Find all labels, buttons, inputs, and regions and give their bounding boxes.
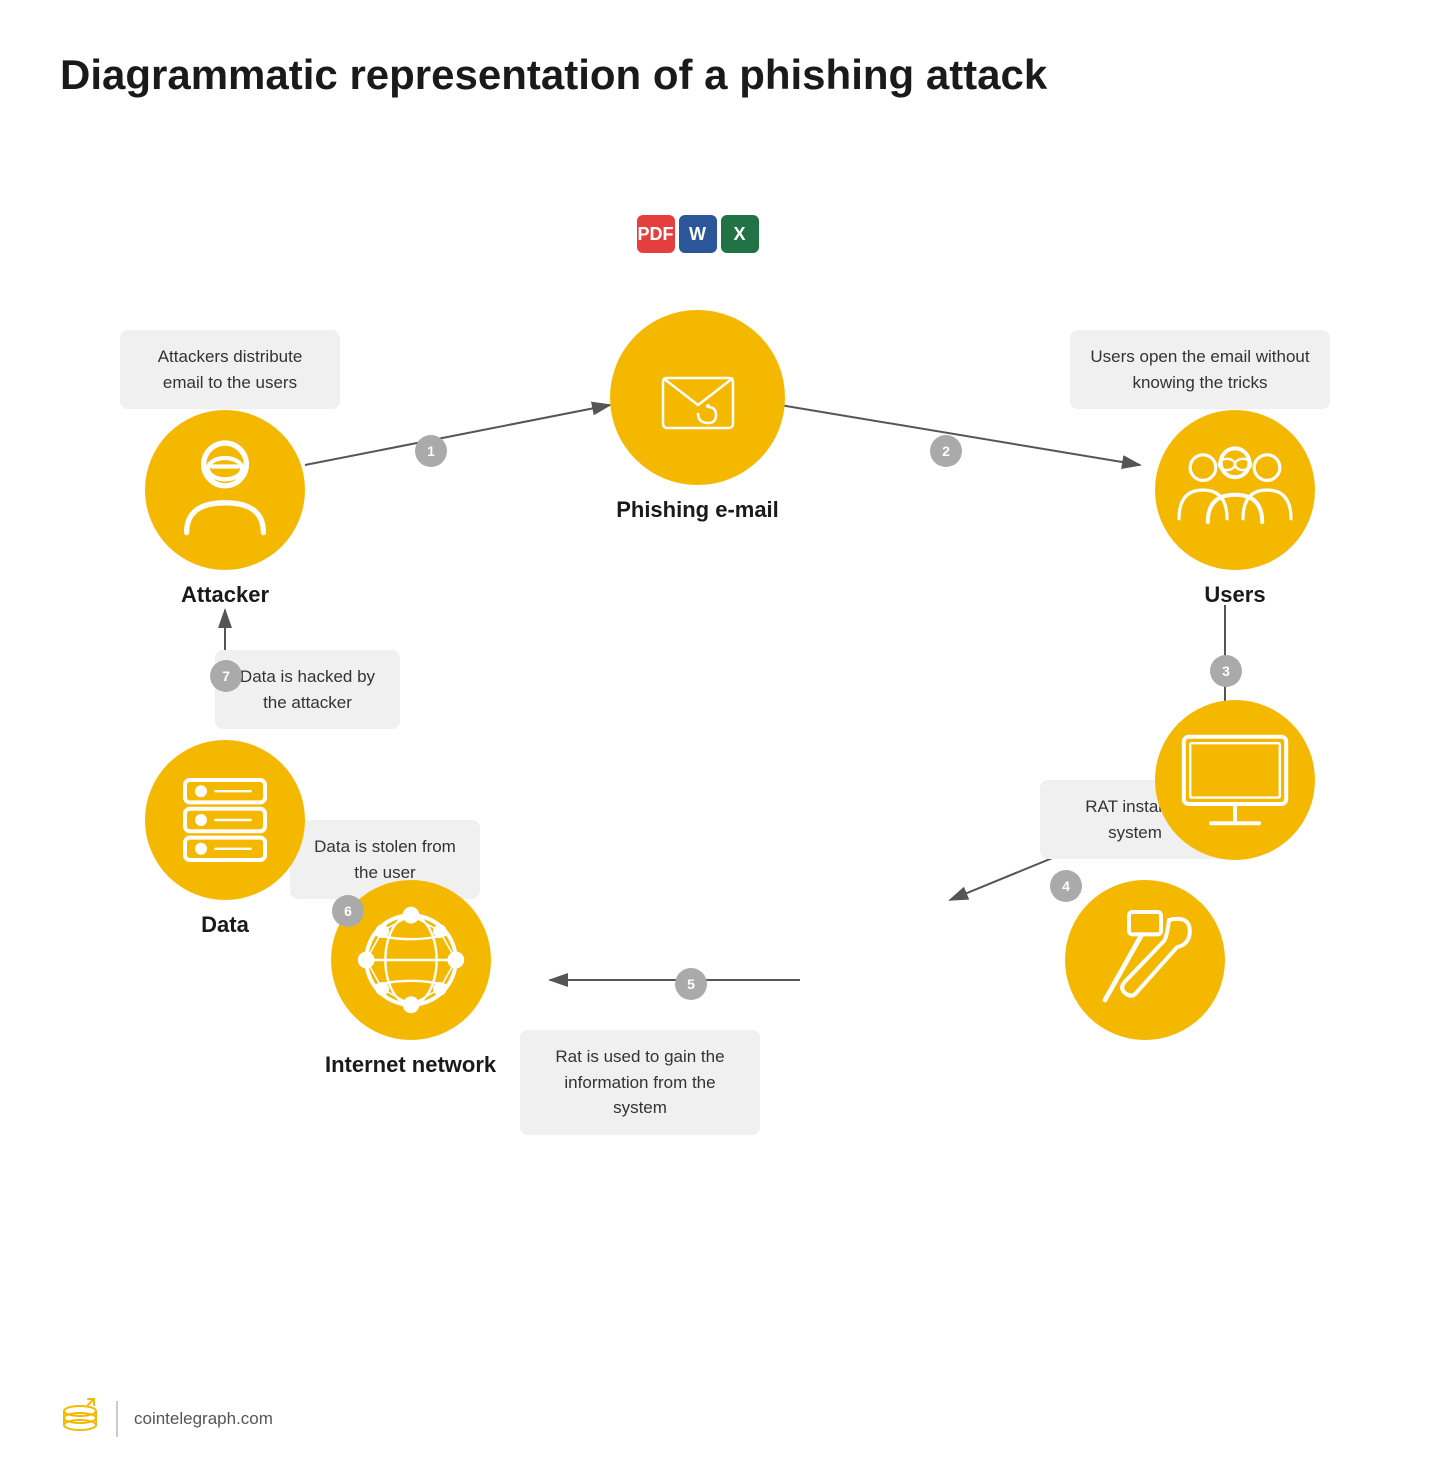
users-label: Users	[1204, 582, 1265, 608]
step-badge-5: 5	[675, 968, 707, 1000]
computer-icon	[1171, 716, 1299, 844]
node-tools	[1065, 880, 1225, 1040]
data-circle	[145, 740, 305, 900]
info-box-step5: Rat is used to gain the information from…	[520, 1030, 760, 1135]
data-icon	[161, 756, 289, 884]
envelope-icon	[658, 363, 738, 433]
attacker-label: Attacker	[181, 582, 269, 608]
step-badge-2: 2	[930, 435, 962, 467]
info-box-step7: Data is hacked by the attacker	[215, 650, 400, 729]
footer-logo-icon	[60, 1397, 100, 1440]
users-circle	[1155, 410, 1315, 570]
internet-label: Internet network	[325, 1052, 496, 1078]
attacker-circle	[145, 410, 305, 570]
footer: cointelegraph.com	[60, 1397, 273, 1440]
diagram-area: 1 2 3 4 5 6 7 Attackers distribute email…	[60, 160, 1390, 1360]
node-data: Data	[145, 740, 305, 938]
step-badge-3: 3	[1210, 655, 1242, 687]
tools-icon	[1081, 896, 1209, 1024]
node-attacker: Attacker	[145, 410, 305, 608]
node-users: Users	[1155, 410, 1315, 608]
page-container: Diagrammatic representation of a phishin…	[0, 0, 1450, 1470]
page-title: Diagrammatic representation of a phishin…	[60, 50, 1390, 100]
step-badge-1: 1	[415, 435, 447, 467]
footer-website: cointelegraph.com	[134, 1409, 273, 1429]
app-icons: PDF W X	[637, 215, 759, 253]
word-icon: W	[679, 215, 717, 253]
computer-circle	[1155, 700, 1315, 860]
internet-icon	[347, 896, 475, 1024]
pdf-icon: PDF	[637, 215, 675, 253]
info-box-step2: Users open the email without knowing the…	[1070, 330, 1330, 409]
excel-icon: X	[721, 215, 759, 253]
phishing-email-label: Phishing e-mail	[616, 497, 779, 523]
node-phishing-email: PDF W X Phishing e-mail	[610, 260, 785, 523]
node-computer	[1155, 700, 1315, 860]
attacker-icon	[161, 426, 289, 554]
data-label: Data	[201, 912, 249, 938]
footer-divider	[116, 1401, 118, 1437]
users-icon	[1171, 426, 1299, 554]
info-box-step1: Attackers distribute email to the users	[120, 330, 340, 409]
phishing-email-circle	[610, 310, 785, 485]
logo-svg	[60, 1397, 100, 1433]
tools-circle	[1065, 880, 1225, 1040]
